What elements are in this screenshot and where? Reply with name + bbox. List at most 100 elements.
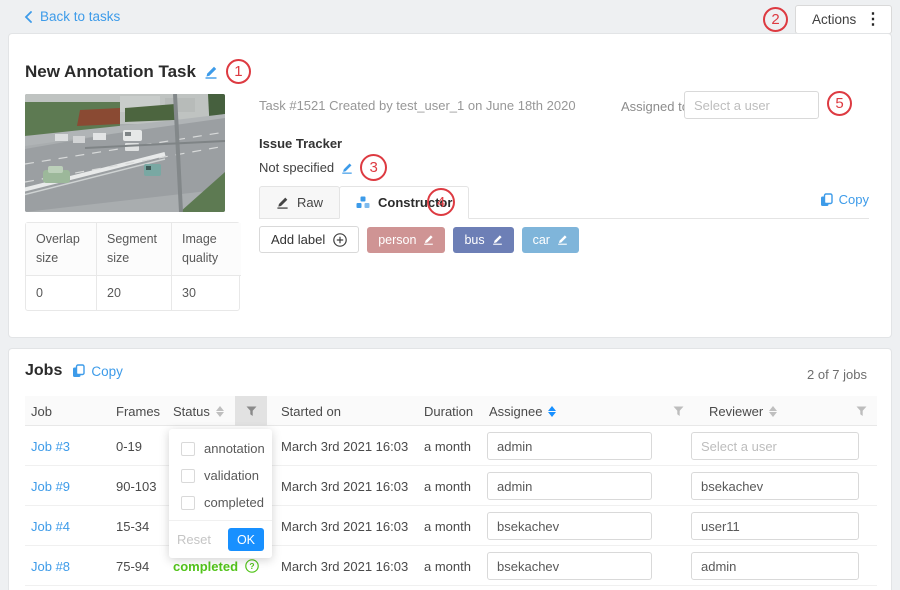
- funnel-icon: [856, 406, 867, 417]
- tab-raw[interactable]: Raw: [259, 186, 340, 219]
- job-frames: 90-103: [116, 466, 156, 506]
- task-page: Back to tasks 2 Actions ⋮ New Annotation…: [0, 0, 900, 590]
- edit-label-icon[interactable]: [492, 234, 503, 245]
- job-reviewer-input[interactable]: [691, 472, 859, 500]
- copy-labels-label: Copy: [839, 192, 869, 207]
- label-chip-bus[interactable]: bus: [453, 227, 513, 253]
- back-to-tasks-link[interactable]: Back to tasks: [24, 9, 120, 24]
- job-duration: a month: [424, 426, 471, 466]
- filter-option-annotation[interactable]: annotation: [169, 435, 272, 462]
- label-chip-person[interactable]: person: [367, 227, 445, 253]
- reviewer-filter-button[interactable]: [845, 396, 877, 426]
- task-parameters-table: Overlap size Segment size Image quality …: [25, 222, 240, 311]
- column-duration: Duration: [424, 396, 473, 426]
- job-started: March 3rd 2021 16:03: [281, 506, 408, 546]
- assignee-filter-button[interactable]: [662, 396, 694, 426]
- job-started: March 3rd 2021 16:03: [281, 546, 408, 586]
- sort-icon: [216, 406, 224, 417]
- job-frames: 75-94: [116, 546, 149, 586]
- tab-raw-label: Raw: [297, 195, 323, 210]
- job-assignee-input[interactable]: [487, 472, 652, 500]
- sort-icon: [769, 406, 777, 417]
- callout-2: 2: [763, 7, 788, 32]
- column-started: Started on: [281, 396, 341, 426]
- add-label-button[interactable]: Add label: [259, 226, 359, 253]
- edit-label-icon[interactable]: [557, 234, 568, 245]
- job-duration: a month: [424, 466, 471, 506]
- filter-option-annotation-label: annotation: [204, 441, 265, 456]
- job-assignee-input[interactable]: [487, 552, 652, 580]
- back-link-label: Back to tasks: [40, 9, 120, 24]
- task-title: New Annotation Task: [25, 62, 196, 82]
- filter-option-validation[interactable]: validation: [169, 462, 272, 489]
- filter-option-validation-label: validation: [204, 468, 259, 483]
- callout-5: 5: [827, 91, 852, 116]
- column-assignee-sort[interactable]: Assignee: [489, 396, 556, 426]
- svg-text:?: ?: [249, 561, 254, 571]
- job-link[interactable]: Job #4: [31, 519, 70, 534]
- funnel-icon: [673, 406, 684, 417]
- column-job: Job: [31, 396, 52, 426]
- column-reviewer-label: Reviewer: [709, 404, 763, 419]
- label-chip-car[interactable]: car: [522, 227, 579, 253]
- label-chip-person-text: person: [378, 233, 416, 247]
- filter-ok-button[interactable]: OK: [228, 528, 264, 551]
- jobs-table-header: Job Frames Status Started on Duration As…: [25, 396, 877, 426]
- copy-jobs-label: Copy: [91, 364, 123, 379]
- job-reviewer-input[interactable]: [691, 432, 859, 460]
- job-status-completed: completed: [173, 559, 238, 574]
- jobs-card: Jobs Copy 2 of 7 jobs Job Frames Status: [8, 348, 892, 590]
- job-frames: 0-19: [116, 426, 142, 466]
- param-value-quality: 30: [171, 276, 241, 310]
- copy-jobs-link[interactable]: Copy: [72, 364, 123, 379]
- task-preview-image: [25, 94, 225, 212]
- edit-task-name-icon[interactable]: [204, 65, 218, 79]
- labels-row: Add label person bus car: [259, 226, 579, 253]
- edit-label-icon[interactable]: [423, 234, 434, 245]
- plus-circle-icon: [333, 233, 347, 247]
- filter-option-completed[interactable]: completed: [169, 489, 272, 516]
- funnel-icon: [246, 406, 257, 417]
- edit-issue-tracker-icon[interactable]: [341, 162, 353, 174]
- checkbox-validation[interactable]: [181, 469, 195, 483]
- checkbox-completed[interactable]: [181, 496, 195, 510]
- column-assignee-label: Assignee: [489, 404, 542, 419]
- label-chip-bus-text: bus: [464, 233, 484, 247]
- filter-option-completed-label: completed: [204, 495, 264, 510]
- job-assignee-input[interactable]: [487, 432, 652, 460]
- column-status-sort[interactable]: Status: [173, 396, 224, 426]
- job-link[interactable]: Job #3: [31, 439, 70, 454]
- job-frames: 15-34: [116, 506, 149, 546]
- column-reviewer-sort[interactable]: Reviewer: [709, 396, 777, 426]
- copy-labels-link[interactable]: Copy: [820, 192, 869, 207]
- job-row: Job #8 75-94 completed ? March 3rd 2021 …: [25, 546, 877, 586]
- status-filter-button[interactable]: [235, 396, 267, 426]
- traffic-scene: [25, 94, 225, 212]
- job-duration: a month: [424, 506, 471, 546]
- param-header-segment: Segment size: [96, 223, 171, 276]
- job-reviewer-input[interactable]: [691, 552, 859, 580]
- job-row: Job #9 90-103 March 3rd 2021 16:03 a mon…: [25, 466, 877, 506]
- question-circle-icon[interactable]: ?: [245, 559, 259, 573]
- label-chip-car-text: car: [533, 233, 550, 247]
- copy-icon: [72, 364, 85, 378]
- filter-reset-button[interactable]: Reset: [177, 532, 211, 547]
- callout-4: 4: [427, 188, 455, 216]
- job-started: March 3rd 2021 16:03: [281, 426, 408, 466]
- job-assignee-input[interactable]: [487, 512, 652, 540]
- blocks-icon: [356, 196, 370, 209]
- jobs-count-text: 2 of 7 jobs: [807, 367, 867, 382]
- add-label-button-text: Add label: [271, 232, 325, 247]
- job-link[interactable]: Job #8: [31, 559, 70, 574]
- param-header-quality: Image quality: [171, 223, 241, 276]
- job-row: Job #3 0-19 March 3rd 2021 16:03 a month: [25, 426, 877, 466]
- job-row: Job #4 15-34 March 3rd 2021 16:03 a mont…: [25, 506, 877, 546]
- actions-button[interactable]: Actions ⋮: [795, 5, 892, 34]
- job-started: March 3rd 2021 16:03: [281, 466, 408, 506]
- assigned-to-input[interactable]: [684, 91, 819, 119]
- job-reviewer-input[interactable]: [691, 512, 859, 540]
- status-filter-dropdown: annotation validation completed Reset OK: [169, 429, 272, 558]
- job-link[interactable]: Job #9: [31, 479, 70, 494]
- checkbox-annotation[interactable]: [181, 442, 195, 456]
- labels-tabbar: Raw Constructor Copy: [259, 186, 869, 219]
